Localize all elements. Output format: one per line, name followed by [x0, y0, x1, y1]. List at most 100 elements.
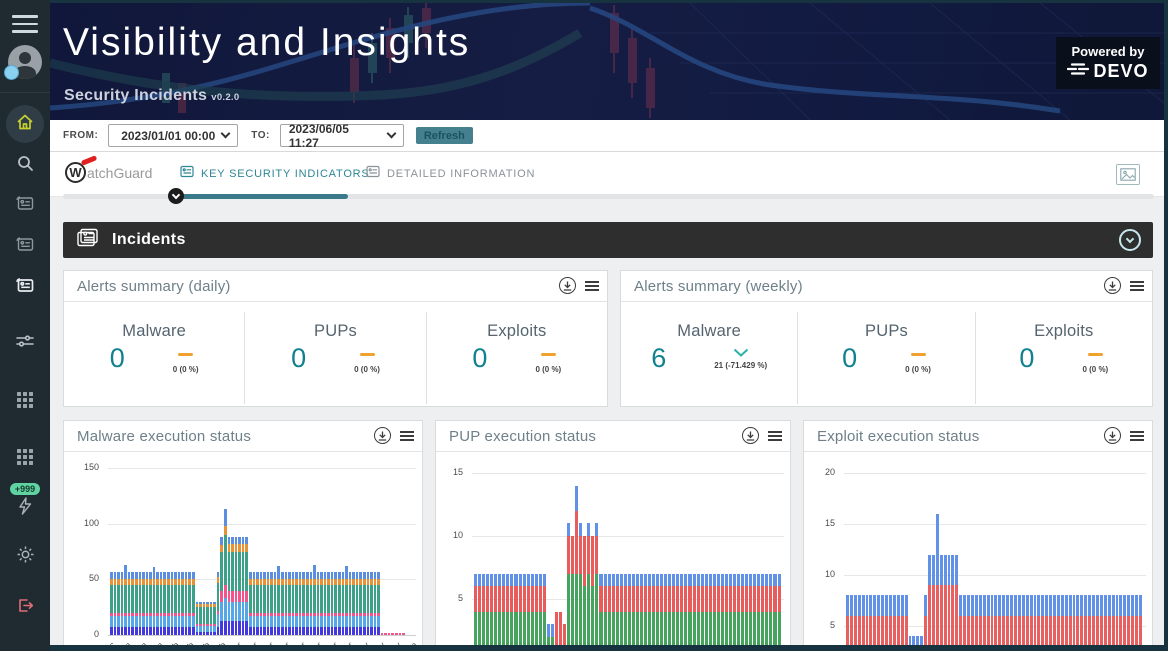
stacked-bar: [1061, 595, 1064, 645]
sidebar-item-board-2[interactable]: [6, 228, 44, 266]
sidebar-item-logout[interactable]: [6, 589, 44, 627]
stacked-bar: [535, 574, 538, 645]
stacked-bar: [490, 574, 493, 645]
stacked-bar: [713, 574, 716, 645]
stacked-bar: [693, 574, 696, 645]
sidebar-item-filters[interactable]: [6, 324, 44, 362]
stacked-bar: [277, 566, 280, 635]
stacked-bar: [163, 572, 166, 635]
sidebar-item-settings[interactable]: [6, 538, 44, 576]
stacked-bar: [608, 574, 611, 645]
stacked-bar: [963, 595, 966, 645]
collapse-indicator[interactable]: [168, 188, 184, 204]
stacked-bar: [979, 595, 982, 645]
user-avatar[interactable]: [8, 45, 42, 79]
to-date-select[interactable]: 2023/06/05 11:27: [280, 124, 404, 147]
stacked-bar: [310, 572, 313, 635]
dashboard-icon: [16, 236, 35, 258]
card-menu-icon[interactable]: [1130, 279, 1144, 293]
metric-value: 0: [110, 343, 125, 374]
stacked-bar: [263, 572, 266, 635]
y-axis-tick-label: 100: [64, 518, 99, 530]
stacked-bar: [595, 523, 598, 645]
trend-icon: [360, 343, 375, 361]
stacked-bar: [342, 572, 345, 635]
stacked-bar: [1096, 595, 1099, 645]
sidebar-item-search[interactable]: [6, 146, 44, 184]
to-label: TO:: [251, 130, 270, 141]
tab-detailed-information[interactable]: DETAILED INFORMATION: [366, 165, 535, 183]
sidebar: +999: [0, 0, 50, 651]
metric-malware: Malware 0 0 (0 %): [64, 312, 244, 404]
stacked-bar: [644, 574, 647, 645]
sidebar-item-apps-2[interactable]: [6, 440, 44, 478]
download-icon[interactable]: [742, 427, 759, 444]
card-menu-icon[interactable]: [1130, 429, 1144, 443]
metric-value: 0: [472, 343, 487, 374]
stacked-bar: [299, 572, 302, 635]
stacked-bar: [399, 633, 402, 635]
stacked-bar: [858, 595, 861, 645]
powered-by-label: Powered by: [1056, 44, 1160, 59]
card-menu-icon[interactable]: [400, 429, 414, 443]
trend-icon: [1088, 343, 1103, 361]
stacked-bar: [149, 572, 152, 635]
watchguard-logo[interactable]: W atchGuard: [65, 162, 152, 183]
collapse-section-button[interactable]: [1119, 229, 1141, 251]
page-header: Visibility and Insights Security Inciden…: [50, 3, 1164, 120]
snapshot-image-button[interactable]: [1116, 164, 1140, 185]
card-menu-icon[interactable]: [768, 429, 782, 443]
stacked-bar: [213, 602, 216, 635]
delta-text: 0 (0 %): [905, 365, 931, 374]
stacked-bar: [1131, 595, 1134, 645]
sidebar-item-home[interactable]: [6, 105, 44, 143]
download-icon[interactable]: [1104, 277, 1121, 294]
stacked-bar: [519, 574, 522, 645]
stacked-bar: [391, 633, 394, 635]
download-icon[interactable]: [1104, 427, 1121, 444]
incidents-report-icon: [76, 228, 100, 253]
card-menu-icon[interactable]: [585, 279, 599, 293]
stacked-bar-chart: 050100150DecJanJanJanFebFebFebFebMarMarM…: [64, 452, 422, 645]
stacked-bar: [174, 572, 177, 635]
stacked-bar: [1127, 595, 1130, 645]
stacked-bar: [998, 595, 1001, 645]
stacked-bar: [220, 537, 223, 635]
stacked-bar: [636, 574, 639, 645]
stacked-bar: [920, 636, 923, 645]
stacked-bar-chart: 51015: [436, 452, 790, 645]
stacked-bar: [983, 595, 986, 645]
stacked-bar: [991, 595, 994, 645]
stacked-bar: [1080, 595, 1083, 645]
stacked-bar: [478, 574, 481, 645]
sidebar-item-apps-1[interactable]: [6, 383, 44, 421]
gear-icon: [16, 545, 35, 569]
download-icon[interactable]: [559, 277, 576, 294]
bars-area: [474, 466, 780, 645]
sidebar-item-alerts[interactable]: [6, 495, 44, 521]
metric-value: 6: [651, 343, 666, 374]
stacked-bar: [1123, 595, 1126, 645]
dashboard-icon: [16, 195, 35, 217]
metric-exploits: Exploits 0 0 (0 %): [426, 312, 607, 404]
trend-icon: [178, 343, 193, 361]
y-axis-tick-label: 15: [436, 467, 463, 479]
download-icon[interactable]: [374, 427, 391, 444]
refresh-button[interactable]: Refresh: [416, 127, 473, 144]
sidebar-item-board-active[interactable]: [6, 269, 44, 307]
stacked-bar: [135, 572, 138, 635]
stacked-bar: [583, 536, 586, 645]
stacked-bar: [897, 595, 900, 645]
stacked-bar: [1002, 595, 1005, 645]
stacked-bar: [765, 574, 768, 645]
stacked-bar: [616, 574, 619, 645]
search-icon: [16, 154, 34, 177]
sidebar-item-board-1[interactable]: [6, 187, 44, 225]
metric-value: 0: [1019, 343, 1034, 374]
stacked-bar: [402, 633, 405, 635]
from-date-select[interactable]: 2023/01/01 00:00: [108, 124, 238, 147]
x-axis-labels: DecJanJanJanFebFebFebFebMarMarMarMarAprA…: [110, 638, 412, 645]
tab-key-security-indicators[interactable]: KEY SECURITY INDICATORS: [180, 165, 370, 183]
menu-icon[interactable]: [12, 15, 38, 38]
chart-title: Exploit execution status: [817, 428, 979, 445]
